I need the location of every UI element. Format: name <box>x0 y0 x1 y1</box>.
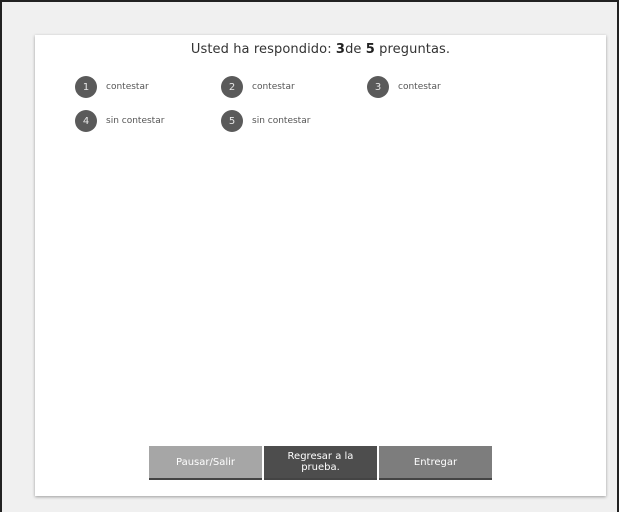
question-number-badge: 1 <box>75 76 97 98</box>
total-count: 5 <box>365 42 375 57</box>
question-item-2[interactable]: 2 contestar <box>221 76 295 98</box>
summary-middle: de <box>345 42 366 57</box>
question-number-badge: 3 <box>367 76 389 98</box>
question-status: contestar <box>106 82 149 92</box>
answered-count: 3 <box>335 42 346 57</box>
answered-summary: Usted ha respondido: 3de 5 preguntas. <box>35 42 606 57</box>
question-item-1[interactable]: 1 contestar <box>75 76 149 98</box>
submit-button[interactable]: Entregar <box>379 446 492 478</box>
question-number-badge: 5 <box>221 110 243 132</box>
summary-prefix: Usted ha respondido: <box>190 42 336 57</box>
question-number-badge: 2 <box>221 76 243 98</box>
question-status: contestar <box>398 82 441 92</box>
review-panel: Usted ha respondido: 3de 5 preguntas. 1 … <box>35 35 606 496</box>
question-number-badge: 4 <box>75 110 97 132</box>
window-frame: Usted ha respondido: 3de 5 preguntas. 1 … <box>0 0 619 512</box>
question-item-5[interactable]: 5 sin contestar <box>221 110 310 132</box>
question-item-4[interactable]: 4 sin contestar <box>75 110 164 132</box>
return-to-test-button[interactable]: Regresar a la prueba. <box>264 446 377 478</box>
summary-suffix: preguntas. <box>374 42 451 57</box>
question-status: sin contestar <box>252 116 311 126</box>
pause-exit-button[interactable]: Pausar/Salir <box>149 446 262 478</box>
question-status: contestar <box>252 82 295 92</box>
question-status: sin contestar <box>106 116 165 126</box>
question-item-3[interactable]: 3 contestar <box>367 76 441 98</box>
